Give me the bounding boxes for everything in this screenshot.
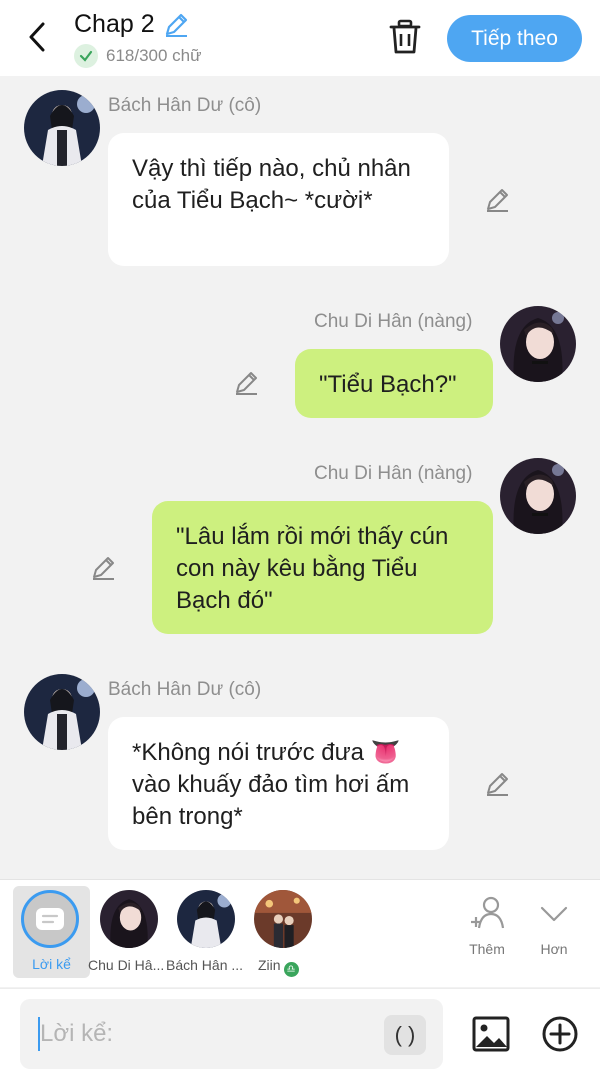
message-bubble[interactable]: Vậy thì tiếp nào, chủ nhân của Tiểu Bạch… — [108, 133, 449, 266]
top-bar: Chap 2 618/300 chữ Tiếp theo — [0, 0, 600, 76]
character-avatar-ziin[interactable] — [254, 890, 312, 948]
message-bubble[interactable]: "Tiểu Bạch?" — [295, 349, 493, 418]
edit-pencil-icon[interactable] — [484, 771, 510, 797]
chevron-left-icon — [29, 22, 45, 52]
avatar-chu-di-han[interactable] — [500, 306, 576, 382]
speaker-name: Chu Di Hân (nàng) — [314, 463, 473, 484]
character-label: Bách Hân ... — [166, 957, 244, 973]
zodiac-badge-icon: ♎ — [283, 962, 299, 977]
speaker-name: Bách Hân Dư (cô) — [108, 95, 262, 116]
character-avatar-chu-di-han[interactable] — [100, 890, 158, 948]
edit-pencil-icon[interactable] — [484, 187, 510, 213]
check-icon — [74, 44, 98, 68]
input-bar: ( ) — [0, 988, 600, 1079]
speaker-name: Bách Hân Dư (cô) — [108, 679, 262, 700]
character-label: Chu Di Hâ... — [88, 957, 165, 973]
word-count-row: 618/300 chữ — [74, 44, 202, 68]
narration-option[interactable]: Lời kể — [13, 886, 90, 978]
chevron-down-icon — [540, 906, 568, 922]
character-label: Ziin — [258, 957, 281, 973]
avatar-chu-di-han[interactable] — [500, 458, 576, 534]
edit-pencil-icon[interactable] — [90, 555, 116, 581]
trash-icon[interactable] — [388, 18, 422, 56]
add-label: Thêm — [469, 941, 505, 957]
back-button[interactable] — [22, 20, 52, 54]
text-caret — [38, 1017, 40, 1051]
word-count: 618/300 chữ — [106, 46, 202, 65]
edit-pencil-icon[interactable] — [233, 370, 259, 396]
avatar-bach-han-du[interactable] — [24, 90, 100, 166]
character-avatar-bach-han-du[interactable] — [177, 890, 235, 948]
character-label-ziin: Ziin ♎ — [258, 957, 318, 977]
next-button[interactable]: Tiếp theo — [447, 15, 582, 62]
add-character-button[interactable]: Thêm — [462, 894, 512, 957]
add-circle-icon[interactable] — [540, 1014, 580, 1054]
narration-icon — [21, 890, 79, 948]
parenthesis-button[interactable]: ( ) — [384, 1015, 426, 1055]
avatar-bach-han-du[interactable] — [24, 674, 100, 750]
pencil-icon[interactable] — [163, 12, 189, 38]
more-label: Hơn — [540, 941, 568, 957]
message-bubble[interactable]: *Không nói trước đưa 👅 vào khuấy đảo tìm… — [108, 717, 449, 850]
character-bar: Lời kể Chu Di Hâ... Bách Hân ... Ziin ♎ T… — [0, 879, 600, 987]
message-input[interactable] — [20, 999, 443, 1069]
chapter-title-text: Chap 2 — [74, 10, 155, 38]
speaker-name: Chu Di Hân (nàng) — [314, 311, 473, 332]
image-icon[interactable] — [471, 1014, 511, 1054]
narration-label: Lời kể — [32, 956, 71, 972]
message-bubble[interactable]: "Lâu lắm rồi mới thấy cún con này kêu bằ… — [152, 501, 493, 634]
chapter-title[interactable]: Chap 2 — [74, 10, 189, 39]
add-person-icon — [471, 896, 505, 929]
more-button[interactable]: Hơn — [532, 894, 576, 957]
